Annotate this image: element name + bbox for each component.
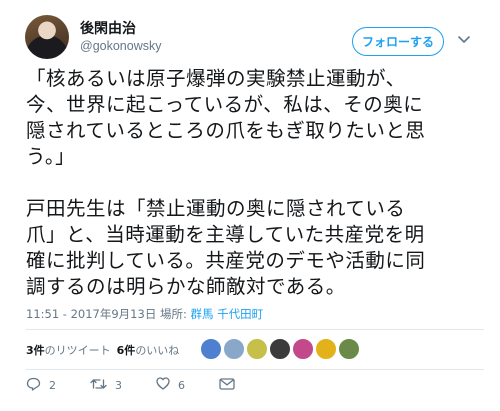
tweet-text: 「核あるいは原子爆弾の実験禁止運動が、 今、世界に起こっているが、私は、その奥に… xyxy=(26,67,426,298)
liker-avatar-1[interactable] xyxy=(200,338,222,360)
likes-stat[interactable]: 6件のいいね xyxy=(117,344,180,357)
user-avatar[interactable] xyxy=(25,15,69,59)
tweet-timestamp[interactable]: 11:51 - 2017年9月13日 場所: xyxy=(26,307,191,321)
user-display-name[interactable]: 後閑由治 xyxy=(80,18,136,38)
like-count: 6 xyxy=(178,378,185,392)
liker-avatar-2[interactable] xyxy=(223,338,245,360)
likes-label: のいいね xyxy=(135,344,180,357)
user-handle[interactable]: @gokonowsky xyxy=(80,39,161,53)
liker-avatar-4[interactable] xyxy=(269,338,291,360)
chevron-down-icon[interactable] xyxy=(456,32,472,48)
direct-message-button[interactable] xyxy=(219,377,235,393)
retweet-button[interactable]: 3 xyxy=(90,378,122,393)
liker-avatars xyxy=(200,338,361,360)
tweet-location-link[interactable]: 群馬 千代田町 xyxy=(191,307,264,321)
envelope-icon xyxy=(219,377,235,393)
retweets-label: のリツイート xyxy=(44,344,111,357)
liker-avatar-7[interactable] xyxy=(338,338,360,360)
tweet-meta: 11:51 - 2017年9月13日 場所: 群馬 千代田町 xyxy=(26,306,263,322)
reply-icon xyxy=(26,377,41,394)
divider xyxy=(26,369,484,370)
heart-icon xyxy=(156,377,170,393)
retweet-count: 3 xyxy=(115,378,122,392)
likes-count: 6件 xyxy=(116,344,136,357)
tweet-card: 後閑由治 @gokonowsky フォローする 「核あるいは原子爆弾の実験禁止運… xyxy=(0,0,500,411)
divider xyxy=(26,329,484,330)
liker-avatar-5[interactable] xyxy=(292,338,314,360)
like-button[interactable]: 6 xyxy=(156,377,185,393)
reply-button[interactable]: 2 xyxy=(26,377,56,394)
tweet-stats: 3件のリツイート 6件のいいね xyxy=(26,342,179,358)
tweet-actions: 2 3 6 xyxy=(26,375,269,395)
retweets-stat[interactable]: 3件のリツイート xyxy=(26,344,111,357)
retweet-icon xyxy=(90,378,107,393)
follow-button[interactable]: フォローする xyxy=(352,27,444,56)
retweets-count: 3件 xyxy=(26,344,45,357)
liker-avatar-6[interactable] xyxy=(315,338,337,360)
liker-avatar-3[interactable] xyxy=(246,338,268,360)
reply-count: 2 xyxy=(49,378,56,392)
